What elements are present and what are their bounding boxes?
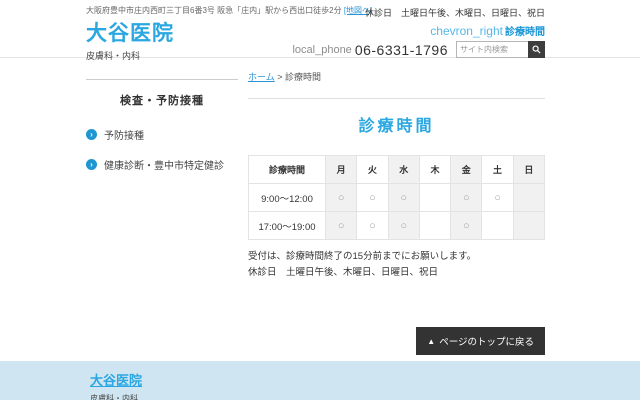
schedule-cell: ○	[357, 184, 388, 212]
phone-icon: local_phone	[292, 44, 351, 56]
footer-clinic-link[interactable]: 大谷医院	[90, 370, 142, 389]
sidebar-list: › 予防接種 › 健康診断・豊中市特定健診	[86, 127, 238, 172]
time-slot: 9:00〜12:00	[249, 184, 326, 212]
schedule-cell: ○	[482, 184, 513, 212]
chevron-right-icon: chevron_right	[430, 24, 503, 38]
schedule-table: 診療時間 月 火 水 木 金 土 日 9:00〜12:00 ○ ○ ○ ○ ○ …	[248, 155, 545, 240]
chevron-right-circle-icon: ›	[86, 159, 97, 170]
schedule-cell: ○	[357, 212, 388, 240]
page-title: 診療時間	[248, 112, 545, 136]
sidebar-item-checkup[interactable]: › 健康診断・豊中市特定健診	[86, 157, 238, 172]
schedule-cell: ○	[451, 212, 482, 240]
footer-departments: 皮膚科・内科	[90, 393, 640, 400]
phone-number: 06-6331-1796	[355, 42, 448, 58]
search-input[interactable]	[456, 41, 528, 58]
col-header-sat: 土	[482, 156, 513, 184]
chevron-right-circle-icon: ›	[86, 129, 97, 140]
table-row-morning: 9:00〜12:00 ○ ○ ○ ○ ○	[249, 184, 545, 212]
sidebar-heading: 検査・予防接種	[86, 80, 238, 108]
col-header-wed: 水	[388, 156, 419, 184]
schedule-cell: ○	[326, 184, 357, 212]
time-slot: 17:00〜19:00	[249, 212, 326, 240]
page: 大阪府豊中市庄内西町三丁目6番3号 阪急「庄内」駅から西出口徒歩2分 [地図へ]…	[0, 0, 640, 400]
triangle-up-icon: ▲	[427, 337, 435, 346]
nav-link-hours[interactable]: chevron_right 診療時間	[292, 23, 545, 38]
col-header-tue: 火	[357, 156, 388, 184]
schedule-cell	[513, 184, 544, 212]
col-header-fri: 金	[451, 156, 482, 184]
schedule-cell	[482, 212, 513, 240]
schedule-cell: ○	[451, 184, 482, 212]
sidebar-item-label: 健康診断・豊中市特定健診	[104, 157, 224, 172]
sidebar-item-vaccination[interactable]: › 予防接種	[86, 127, 238, 142]
col-header-sun: 日	[513, 156, 544, 184]
contact-row: local_phone 06-6331-1796	[292, 41, 545, 58]
content-divider	[248, 98, 545, 99]
breadcrumb-current: 診療時間	[285, 72, 321, 82]
site-footer: 大谷医院 皮膚科・内科	[0, 361, 640, 400]
sidebar-item-label: 予防接種	[104, 127, 144, 142]
schedule-cell: ○	[388, 212, 419, 240]
header-right: 休診日 土曜日午後、木曜日、日曜日、祝日 chevron_right 診療時間 …	[292, 6, 545, 58]
schedule-cell	[419, 212, 450, 240]
table-header-row: 診療時間 月 火 水 木 金 土 日	[249, 156, 545, 184]
table-row-evening: 17:00〜19:00 ○ ○ ○ ○	[249, 212, 545, 240]
schedule-cell	[513, 212, 544, 240]
note-reception: 受付は、診療時間終了の15分前までにお願いします。	[248, 249, 545, 265]
search-icon	[532, 42, 541, 57]
col-header-time: 診療時間	[249, 156, 326, 184]
col-header-thu: 木	[419, 156, 450, 184]
back-to-top-button[interactable]: ▲ ページのトップに戻る	[416, 327, 545, 355]
breadcrumb-separator: >	[277, 72, 282, 82]
col-header-mon: 月	[326, 156, 357, 184]
note-closed-days: 休診日 土曜日午後、木曜日、日曜日、祝日	[248, 265, 545, 281]
site-search	[456, 41, 545, 58]
schedule-cell: ○	[326, 212, 357, 240]
nav-link-label: 診療時間	[505, 23, 545, 38]
search-button[interactable]	[528, 41, 545, 58]
schedule-cell	[419, 184, 450, 212]
schedule-notes: 受付は、診療時間終了の15分前までにお願いします。 休診日 土曜日午後、木曜日、…	[248, 249, 545, 280]
sidebar: 検査・予防接種 › 予防接種 › 健康診断・豊中市特定健診	[86, 79, 238, 187]
breadcrumb-home-link[interactable]: ホーム	[248, 72, 275, 82]
closed-days-notice: 休診日 土曜日午後、木曜日、日曜日、祝日	[292, 6, 545, 19]
breadcrumb: ホーム > 診療時間	[248, 70, 545, 83]
site-header: 大阪府豊中市庄内西町三丁目6番3号 阪急「庄内」駅から西出口徒歩2分 [地図へ]…	[0, 0, 640, 58]
footer-inner: 大谷医院 皮膚科・内科	[0, 361, 640, 400]
schedule-cell: ○	[388, 184, 419, 212]
back-to-top-label: ページのトップに戻る	[439, 334, 534, 348]
main-content: ホーム > 診療時間 診療時間 診療時間 月 火 水 木 金 土 日 9:00〜…	[248, 70, 545, 280]
